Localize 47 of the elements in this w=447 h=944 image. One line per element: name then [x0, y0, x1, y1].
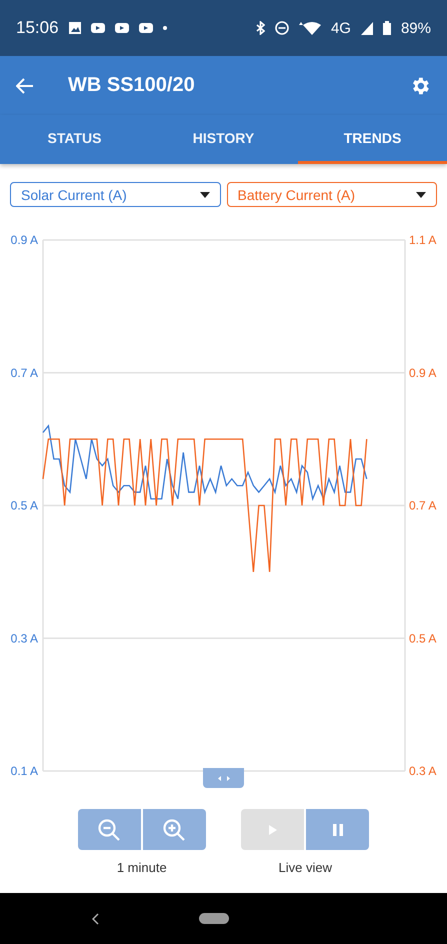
- battery-percentage: 89%: [400, 20, 431, 36]
- dropdown-caret-icon: [416, 192, 426, 198]
- pan-arrows-icon: [218, 776, 230, 780]
- home-pill[interactable]: [199, 913, 229, 924]
- bluetooth-icon: [256, 21, 265, 35]
- dropdown-caret-icon: [200, 192, 210, 198]
- status-time: 15:06: [16, 18, 59, 38]
- pause-button[interactable]: [306, 809, 370, 850]
- battery-icon: [382, 21, 391, 35]
- axis-label: 0.3 A: [409, 764, 436, 778]
- axis-label: 0.9 A: [409, 366, 436, 380]
- axis-label: 0.7 A: [409, 498, 436, 512]
- dropdown-label: Battery Current (A): [238, 186, 355, 202]
- play-icon: [268, 824, 277, 834]
- network-type: 4G: [330, 20, 351, 36]
- control-caption: 1 minute: [116, 860, 167, 875]
- wifi-icon: [298, 22, 321, 34]
- axis-label: 1.1 A: [409, 233, 436, 247]
- axis-label: 0.1 A: [10, 764, 38, 778]
- zoom-out-button[interactable]: [78, 809, 141, 850]
- do-not-disturb-icon: [274, 21, 289, 35]
- tab[interactable]: TRENDS: [298, 115, 447, 164]
- video-play-icon: [90, 23, 105, 33]
- image-icon: [68, 22, 81, 34]
- zoom-in-icon: [162, 818, 186, 842]
- back-arrow-icon[interactable]: [16, 78, 34, 94]
- tab[interactable]: HISTORY: [149, 115, 298, 164]
- series-dropdown[interactable]: Battery Current (A): [226, 182, 437, 207]
- dot-icon: [162, 26, 167, 30]
- pan-handle[interactable]: [203, 768, 244, 788]
- axis-label: 0.5 A: [409, 631, 436, 646]
- pause-icon: [332, 824, 343, 836]
- series-dropdown[interactable]: Solar Current (A): [10, 182, 220, 207]
- axis-label: 0.3 A: [10, 631, 38, 646]
- dropdown-label: Solar Current (A): [21, 186, 127, 202]
- axis-label: 0.9 A: [10, 233, 38, 247]
- video-play-icon: [114, 23, 129, 33]
- back-nav-icon[interactable]: [92, 912, 99, 924]
- zoom-out-icon: [97, 818, 122, 842]
- tab[interactable]: STATUS: [0, 115, 149, 164]
- control-caption: Live view: [278, 860, 332, 875]
- zoom-in-button[interactable]: [142, 809, 206, 850]
- video-play-icon: [138, 23, 153, 33]
- device-title: WB SS100/20: [68, 74, 196, 97]
- axis-label: 0.7 A: [10, 366, 38, 380]
- signal-icon: [360, 22, 373, 34]
- axis-label: 0.5 A: [10, 498, 38, 512]
